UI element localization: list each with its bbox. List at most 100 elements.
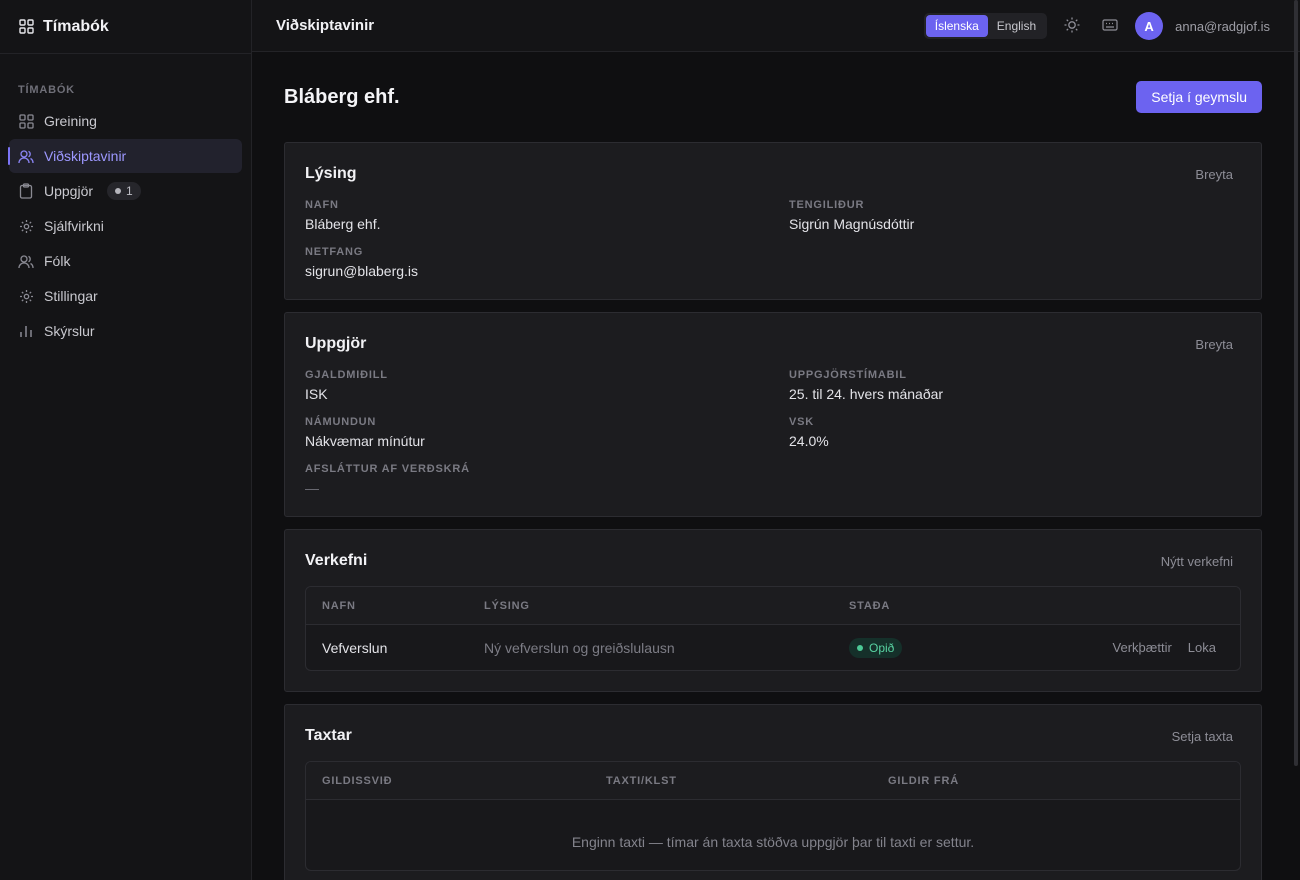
rates-card: Taxtar Setja taxta GILDISSVIÐ TAXTI/KLST… [284,704,1262,880]
column-header: GILDISSVIÐ [322,774,393,787]
edit-billing-button[interactable]: Breyta [1195,337,1241,352]
tasks-button[interactable]: Verkþættir [1113,640,1172,655]
gear-icon [18,218,34,234]
sidebar-item-stillingar[interactable]: Stillingar [9,279,242,313]
card-title: Taxtar [305,727,352,744]
rates-table: GILDISSVIÐ TAXTI/KLST GILDIR FRÁ Enginn … [305,761,1241,871]
status-label: Opið [869,640,895,655]
count-badge: 1 [107,182,141,200]
field-contact: TENGILIÐUR Sigrún Magnúsdóttir [789,199,1241,232]
column-header: GILDIR FRÁ [888,774,959,787]
field-email: NETFANG sigrun@blaberg.is [305,246,789,279]
sidebar-item-uppgjor[interactable]: Uppgjör 1 [9,174,242,208]
field-discount: AFSLÁTTUR AF VERÐSKRÁ — [305,463,789,496]
language-option-islenska[interactable]: Íslenska [925,15,988,37]
field-label: AFSLÁTTUR AF VERÐSKRÁ [305,463,470,475]
status-badge: Opið [849,637,903,658]
field-label: TENGILIÐUR [789,199,865,211]
project-description: Ný vefverslun og greiðslulausn [484,639,675,656]
field-label: GJALDMIÐILL [305,369,388,381]
close-project-button[interactable]: Loka [1188,640,1216,655]
billing-fields: GJALDMIÐILL ISK UPPGJÖRSTÍMABIL 25. til … [305,369,1241,496]
project-name: Vefverslun [322,639,388,656]
field-label: NETFANG [305,246,364,258]
column-header: NAFN [322,599,356,612]
sidebar-item-label: Uppgjör [44,183,94,199]
topbar: Viðskiptavinir Íslenska English A anna@r… [252,0,1300,52]
user-email[interactable]: anna@radgjof.is [1175,19,1270,34]
badge-count: 1 [126,184,133,198]
status-dot [857,644,863,651]
grid-icon [18,113,34,129]
edit-description-button[interactable]: Breyta [1195,167,1241,182]
sidebar-item-label: Stillingar [44,288,98,304]
field-label: VSK [789,416,815,428]
project-status: Opið [833,637,903,658]
sidebar: Tímabók TÍMABÓK Greining Viðskiptavinir … [0,0,252,880]
field-label: NÁMUNDUN [305,416,377,428]
brand[interactable]: Tímabók [0,0,251,54]
card-title: Verkefni [305,552,368,569]
empty-state: Enginn taxti — tímar án taxta stöðva upp… [571,834,975,850]
archive-button[interactable]: Setja í geymslu [1136,81,1262,113]
gear-icon [18,288,34,304]
theme-toggle-button[interactable] [1059,13,1085,39]
clipboard-icon [18,183,34,199]
set-rate-button[interactable]: Setja taxta [1172,729,1241,744]
sidebar-item-vidskiptavinir[interactable]: Viðskiptavinir [8,139,242,173]
grid-icon [18,19,34,35]
table-row[interactable]: Vefverslun Ný vefverslun og greiðslulaus… [306,625,1240,670]
description-fields: NAFN Bláberg ehf. TENGILIÐUR Sigrún Magn… [305,199,1241,279]
field-value: Nákvæmar mínútur [305,433,425,449]
brand-name: Tímabók [43,17,109,35]
field-rounding: NÁMUNDUN Nákvæmar mínútur [305,416,789,449]
topbar-title: Viðskiptavinir [276,17,375,34]
field-label: NAFN [305,199,339,211]
sidebar-item-greining[interactable]: Greining [9,104,242,138]
new-project-button[interactable]: Nýtt verkefni [1161,554,1241,569]
billing-card: Uppgjör Breyta GJALDMIÐILL ISK UPPGJÖRST… [284,312,1262,517]
column-header: TAXTI/KLST [606,774,677,787]
sidebar-item-label: Sjálfvirkni [44,218,104,234]
avatar[interactable]: A [1135,12,1164,40]
sidebar-item-label: Skýrslur [44,323,95,339]
page-title: Bláberg ehf. [284,85,400,108]
sidebar-item-label: Greining [44,113,97,129]
field-currency: GJALDMIÐILL ISK [305,369,789,402]
keyboard-shortcuts-button[interactable] [1097,13,1123,39]
main-content: Bláberg ehf. Setja í geymslu Lýsing Brey… [284,52,1262,880]
topbar-controls: Íslenska English A anna@radgjof.is [923,0,1270,52]
field-value: Bláberg ehf. [305,216,381,232]
users-icon [18,148,34,164]
language-option-english[interactable]: English [988,15,1045,37]
table-header: NAFN LÝSING STAÐA [306,587,1240,625]
field-value: sigrun@blaberg.is [305,263,419,279]
field-vat: VSK 24.0% [789,416,1241,449]
column-header: STAÐA [849,599,891,612]
badge-dot [115,188,122,194]
sidebar-section-label: TÍMABÓK [18,84,75,96]
card-title: Lýsing [305,165,357,182]
sidebar-item-skyrslur[interactable]: Skýrslur [9,314,242,348]
projects-card: Verkefni Nýtt verkefni NAFN LÝSING STAÐA… [284,529,1262,692]
field-label: UPPGJÖRSTÍMABIL [789,369,907,381]
sidebar-item-sjalfvirkni[interactable]: Sjálfvirkni [9,209,242,243]
field-billing-period: UPPGJÖRSTÍMABIL 25. til 24. hvers mánaða… [789,369,1241,402]
sidebar-item-label: Fólk [44,253,71,269]
sun-icon [1063,16,1081,37]
table-header: GILDISSVIÐ TAXTI/KLST GILDIR FRÁ [306,762,1240,800]
sidebar-item-folk[interactable]: Fólk [9,244,242,278]
sidebar-item-label: Viðskiptavinir [44,148,127,164]
column-header: LÝSING [484,599,530,612]
field-value: ISK [305,386,328,402]
scrollbar[interactable] [1294,0,1298,766]
field-value: 24.0% [789,433,829,449]
field-name: NAFN Bláberg ehf. [305,199,789,232]
description-card: Lýsing Breyta NAFN Bláberg ehf. TENGILIÐ… [284,142,1262,300]
row-actions: Verkþættir Loka [1113,640,1240,655]
projects-table: NAFN LÝSING STAÐA Vefverslun Ný vefversl… [305,586,1241,671]
bar-chart-icon [18,323,34,339]
keyboard-icon [1102,18,1118,35]
field-value: Sigrún Magnúsdóttir [789,216,915,232]
field-value: 25. til 24. hvers mánaðar [789,386,944,402]
